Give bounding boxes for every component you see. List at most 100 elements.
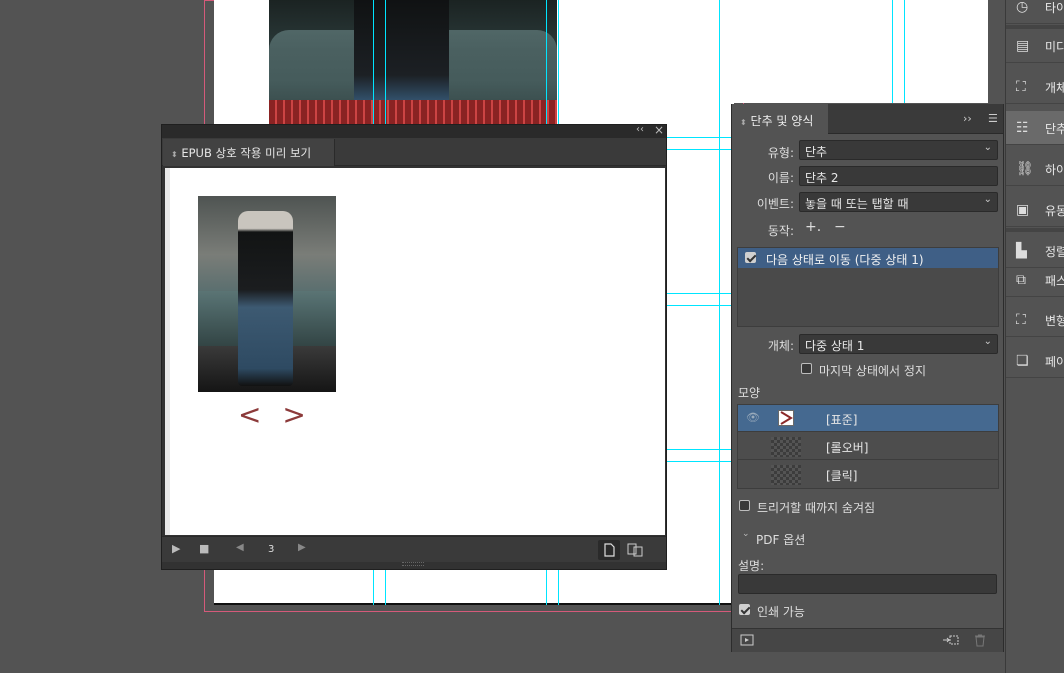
sidebar-item-hyperlinks[interactable]: ⛓ 하이	[1006, 152, 1064, 186]
appearance-name: [롤오버]	[826, 441, 869, 455]
sidebar-item-label: 패스	[1045, 274, 1064, 288]
panel-footer	[732, 628, 1003, 652]
object-value: 다중 상태 1	[805, 339, 865, 353]
sidebar-item-object[interactable]: ⛶ 개체	[1006, 70, 1064, 104]
stop-at-last-label: 마지막 상태에서 정지	[819, 364, 926, 378]
add-action-button[interactable]: +.	[805, 219, 821, 235]
preview-nav-arrows[interactable]: < >	[238, 398, 312, 431]
sidebar-item-transform[interactable]: ⛶ 변형	[1006, 303, 1064, 337]
printable-checkbox[interactable]	[739, 604, 750, 615]
column-guide	[892, 0, 893, 103]
chevron-down-icon: ⌄	[983, 194, 992, 205]
stopwatch-icon: ◷	[1016, 0, 1029, 15]
name-value: 단추 2	[805, 171, 839, 185]
preview-document-icon[interactable]	[598, 540, 620, 560]
epub-preview-stage[interactable]: < >	[165, 168, 665, 535]
column-guide	[904, 0, 905, 103]
sidebar-item-label: 단추	[1045, 122, 1064, 136]
transform-icon: ⛶	[1016, 312, 1026, 328]
event-select[interactable]: 놓을 때 또는 탭할 때 ⌄	[799, 192, 998, 212]
hide-until-triggered-label: 트리거할 때까지 숨겨짐	[757, 501, 876, 515]
collapsed-panels-sidebar: ◷ 타이 ▤ 미디 ⛶ 개체 ☷ 단추 ⛓ 하이 ▣ 유동 ▙ 정렬 ⧉ 패스 …	[1005, 0, 1064, 673]
sidebar-item-label: 개체	[1045, 81, 1064, 95]
appearance-row[interactable]: [클릭]	[738, 461, 998, 488]
eye-icon[interactable]: 👁	[746, 411, 760, 424]
preview-spread-icon[interactable]	[624, 540, 646, 560]
document-page-2[interactable]	[730, 0, 988, 103]
action-label-text: 다음 상태로 이동 (다중 상태 1)	[766, 253, 924, 267]
sidebar-item-label: 변형	[1045, 314, 1064, 328]
appearance-thumbnail	[771, 465, 801, 485]
sidebar-divider	[1006, 228, 1064, 232]
film-icon: ▤	[1016, 38, 1030, 54]
appearance-name: [클릭]	[826, 469, 858, 483]
sidebar-item-pathfinder[interactable]: ⧉ 패스	[1006, 263, 1064, 297]
epub-preview-panel[interactable]: ‹‹ × ⬍ EPUB 상호 작용 미리 보기 < > ▶ ■ ◀ 3 ▶	[161, 123, 667, 570]
epub-tab-row: ⬍ EPUB 상호 작용 미리 보기	[162, 138, 666, 166]
remove-action-button[interactable]: −	[834, 219, 846, 235]
page-photo[interactable]	[269, 0, 557, 125]
appearance-thumbnail	[771, 437, 801, 457]
row-guide	[667, 293, 731, 294]
tab-buttons-forms[interactable]: ⬍ 단추 및 양식	[732, 104, 828, 134]
liquid-layout-icon: ▣	[1016, 202, 1030, 218]
action-label: 동작:	[767, 224, 794, 238]
sidebar-item-label: 유동	[1045, 204, 1064, 218]
appearance-list[interactable]: 👁 [표준] [롤오버] [클릭]	[737, 404, 999, 489]
play-icon[interactable]: ▶	[172, 542, 180, 555]
pdf-options-heading[interactable]: PDF 옵션	[756, 531, 805, 548]
preview-spread-button[interactable]	[740, 633, 754, 650]
previous-page-icon[interactable]: ◀	[236, 542, 244, 553]
preview-photo-person	[238, 211, 293, 386]
sidebar-item-label: 미디	[1045, 40, 1064, 54]
preview-photo	[198, 196, 336, 392]
name-label: 이름:	[767, 171, 794, 185]
convert-to-button-icon[interactable]	[942, 633, 960, 650]
next-page-icon[interactable]: ▶	[298, 542, 306, 553]
expand-icon[interactable]: ››	[963, 112, 972, 125]
sidebar-item-liquid[interactable]: ▣ 유동	[1006, 193, 1064, 227]
chain-link-icon: ⛓	[1016, 161, 1034, 177]
appearance-heading: 모양	[738, 386, 761, 400]
name-field[interactable]: 단추 2	[799, 166, 998, 186]
object-label: 개체:	[767, 339, 794, 353]
row-guide	[667, 461, 731, 462]
align-icon: ▙	[1016, 243, 1027, 259]
panel-header: ⬍ 단추 및 양식 ›› ☰	[732, 104, 1003, 134]
list-item[interactable]: 다음 상태로 이동 (다중 상태 1)	[738, 248, 998, 268]
photo-grill	[269, 100, 557, 125]
collapse-icon[interactable]: ‹‹	[636, 124, 644, 135]
description-field[interactable]	[738, 574, 997, 594]
row-guide	[667, 149, 731, 150]
sidebar-item-buttons[interactable]: ☷ 단추	[1006, 111, 1064, 145]
trash-icon[interactable]	[973, 633, 987, 650]
panel-menu-icon[interactable]: ☰	[988, 112, 998, 125]
sidebar-item-media[interactable]: ▤ 미디	[1006, 29, 1064, 63]
appearance-thumbnail	[778, 410, 794, 426]
object-select[interactable]: 다중 상태 1 ⌄	[799, 334, 998, 354]
type-select[interactable]: 단추 ⌄	[799, 140, 998, 160]
row-guide	[667, 305, 731, 306]
updown-icon: ⬍	[171, 150, 178, 159]
appearance-row[interactable]: [롤오버]	[738, 433, 998, 460]
sidebar-item-label: 정렬	[1045, 245, 1064, 259]
sidebar-item-pages[interactable]: ❏ 페이	[1006, 344, 1064, 378]
type-value: 단추	[805, 145, 828, 159]
appearance-row[interactable]: 👁 [표준]	[738, 405, 998, 432]
buttons-forms-panel[interactable]: ⬍ 단추 및 양식 ›› ☰ 유형: 단추 ⌄ 이름: 단추 2 이벤트: 놓을…	[731, 104, 1004, 652]
hide-until-triggered-checkbox[interactable]	[739, 500, 750, 511]
tab-epub-preview[interactable]: ⬍ EPUB 상호 작용 미리 보기	[163, 139, 335, 166]
row-guide	[667, 137, 731, 138]
stop-at-last-checkbox[interactable]	[801, 363, 812, 374]
close-icon[interactable]: ×	[654, 123, 664, 137]
button-form-icon: ☷	[1016, 120, 1029, 136]
printable-label: 인쇄 가능	[757, 605, 805, 619]
epub-titlebar[interactable]: ‹‹ ×	[162, 123, 666, 138]
action-list[interactable]: 다음 상태로 이동 (다중 상태 1)	[737, 247, 999, 327]
stop-icon[interactable]: ■	[199, 542, 209, 555]
sidebar-item-timing[interactable]: ◷ 타이	[1006, 0, 1064, 24]
description-label: 설명:	[738, 559, 765, 573]
chevron-down-icon[interactable]: ⌄	[742, 529, 750, 539]
action-enabled-checkbox[interactable]	[745, 252, 756, 263]
resize-grip[interactable]	[402, 562, 424, 566]
